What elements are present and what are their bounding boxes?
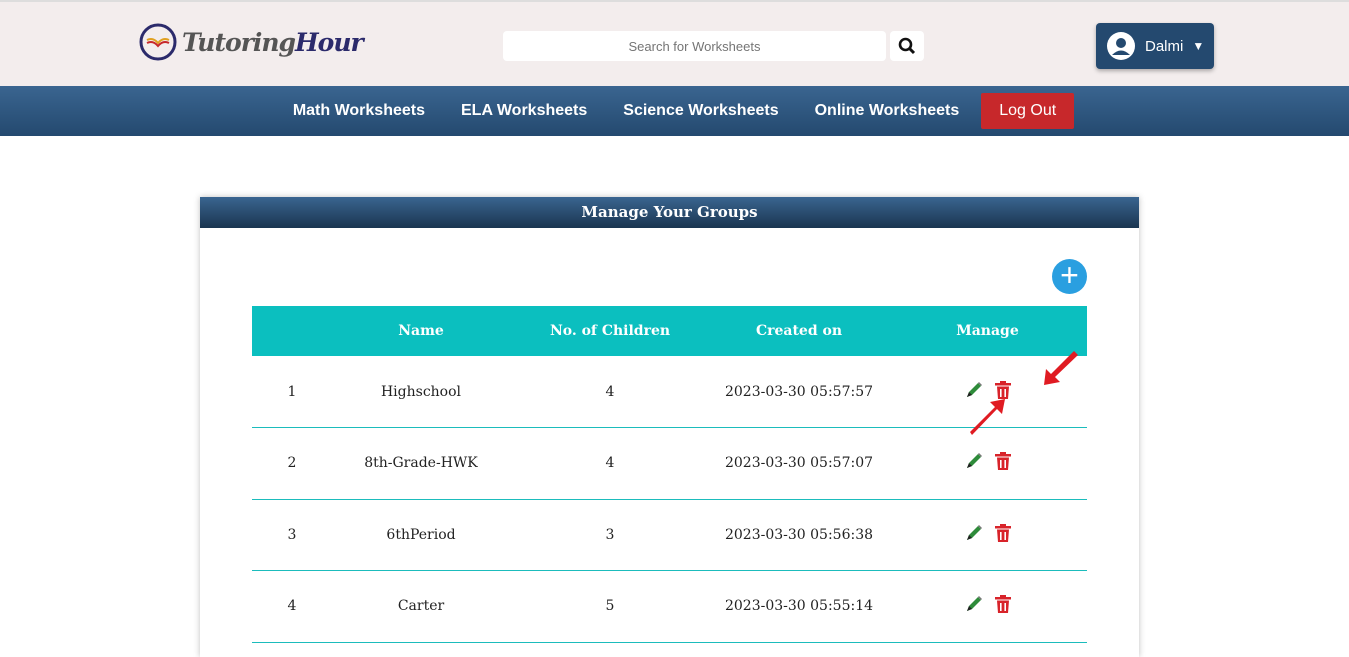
logo[interactable]: TutoringHour [138,16,364,68]
annotation-arrows [970,351,1078,435]
group-name: Carter [332,570,510,643]
table-row: 4 Carter 5 2023-03-30 05:55:14 [252,570,1087,643]
row-index: 1 [252,356,332,428]
children-count: 4 [510,356,710,428]
created-on: 2023-03-30 05:57:57 [710,356,888,428]
logo-text-2: Hour [295,27,364,57]
search-icon [898,37,916,55]
group-name: 6thPeriod [332,499,510,571]
search-button[interactable] [890,31,924,61]
arrow-to-delete [1044,351,1078,385]
group-name: Highschool [332,356,510,428]
user-avatar-icon [1107,32,1135,60]
col-name: Name [332,306,510,356]
manage-cell [888,427,1087,500]
created-on: 2023-03-30 05:56:38 [710,499,888,571]
main-nav: Math Worksheets ELA Worksheets Science W… [0,86,1349,136]
col-index [252,306,332,356]
delete-trash-icon[interactable] [994,594,1012,618]
panel-title: Manage Your Groups [200,197,1139,228]
logo-text-1: Tutoring [182,27,296,57]
logout-button[interactable]: Log Out [981,93,1075,129]
col-children: No. of Children [510,306,710,356]
user-menu-button[interactable]: Dalmi ▼ [1096,23,1214,69]
row-index: 3 [252,499,332,571]
children-count: 3 [510,499,710,571]
edit-pencil-icon[interactable] [964,594,984,618]
children-count: 4 [510,427,710,500]
row-index: 2 [252,427,332,500]
top-header: TutoringHour Dalmi ▼ [0,0,1349,86]
plus-icon: + [1060,257,1079,293]
children-count: 5 [510,570,710,643]
row-index: 4 [252,570,332,643]
user-name: Dalmi [1145,37,1184,55]
manage-cell [888,499,1087,571]
manage-cell [888,570,1087,643]
nav-ela[interactable]: ELA Worksheets [443,93,605,129]
nav-science[interactable]: Science Worksheets [605,93,796,129]
clock-book-icon [139,23,177,61]
delete-trash-icon[interactable] [994,451,1012,475]
arrow-to-edit [970,399,1005,435]
add-group-button[interactable]: + [1052,259,1087,294]
search-input[interactable] [503,31,886,61]
table-row: 3 6thPeriod 3 2023-03-30 05:56:38 [252,499,1087,571]
created-on: 2023-03-30 05:57:07 [710,427,888,500]
table-row: 2 8th-Grade-HWK 4 2023-03-30 05:57:07 [252,427,1087,500]
manage-groups-panel: Manage Your Groups + Name No. of Childre… [200,197,1139,657]
col-created: Created on [710,306,888,356]
created-on: 2023-03-30 05:55:14 [710,570,888,643]
edit-pencil-icon[interactable] [964,523,984,547]
edit-pencil-icon[interactable] [964,451,984,475]
delete-trash-icon[interactable] [994,523,1012,547]
nav-online[interactable]: Online Worksheets [797,93,978,129]
caret-down-icon: ▼ [1192,39,1205,53]
group-name: 8th-Grade-HWK [332,427,510,500]
nav-math[interactable]: Math Worksheets [275,93,443,129]
